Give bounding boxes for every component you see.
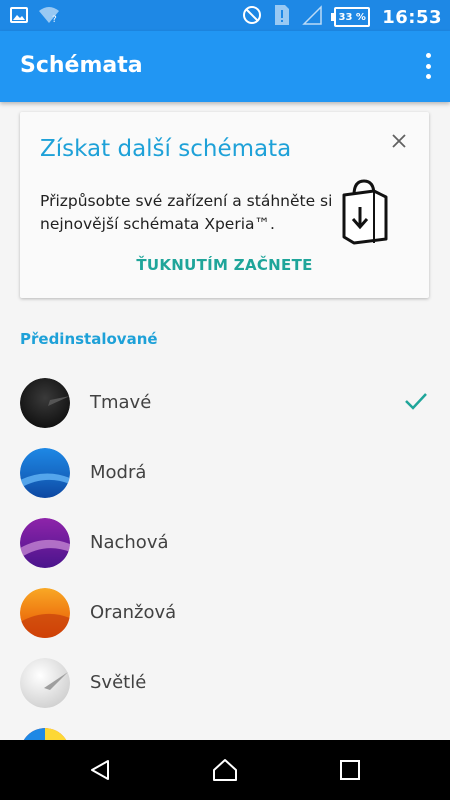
signal-icon xyxy=(302,5,322,29)
theme-orange-swatch xyxy=(20,588,70,638)
promo-title: Získat další schémata xyxy=(40,136,292,162)
promo-card: Získat další schémata Přizpůsobte své za… xyxy=(20,112,429,298)
app-bar: Schémata xyxy=(0,31,450,102)
page-title: Schémata xyxy=(20,53,143,78)
wifi-unknown-icon: ? xyxy=(38,6,60,28)
theme-label: Modrá xyxy=(90,462,147,483)
clock: 16:53 xyxy=(382,6,442,28)
promo-body: Přizpůsobte své zařízení a stáhněte si n… xyxy=(40,192,333,233)
theme-label: Nachová xyxy=(90,532,169,553)
theme-blue-swatch xyxy=(20,448,70,498)
theme-light-swatch xyxy=(20,658,70,708)
battery-percent: 33 % xyxy=(338,11,366,23)
theme-label: Oranžová xyxy=(90,602,177,623)
more-vert-icon[interactable] xyxy=(420,53,436,79)
list-item[interactable]: Modrá xyxy=(0,438,450,508)
list-item[interactable]: Oranžová xyxy=(0,578,450,648)
close-icon[interactable] xyxy=(387,130,411,154)
image-icon xyxy=(10,6,28,28)
status-bar: ? 33 % 16:53 xyxy=(0,0,450,31)
svg-text:?: ? xyxy=(52,15,57,24)
theme-label: Světlé xyxy=(90,672,147,693)
theme-dark-swatch xyxy=(20,378,70,428)
section-title: Předinstalované xyxy=(20,330,158,348)
list-item[interactable]: Tmavé xyxy=(0,368,450,438)
list-item[interactable]: Nachová xyxy=(0,508,450,578)
do-not-disturb-icon xyxy=(242,5,262,29)
shopping-bag-download-icon xyxy=(340,177,390,249)
theme-list: Tmavé Modrá Nachová Oranžová Světlé xyxy=(0,368,450,788)
back-icon[interactable] xyxy=(80,754,120,786)
home-icon[interactable] xyxy=(205,754,245,786)
theme-label: Tmavé xyxy=(90,392,152,413)
navigation-bar xyxy=(0,740,450,800)
recents-icon[interactable] xyxy=(330,754,370,786)
theme-purple-swatch xyxy=(20,518,70,568)
check-icon xyxy=(404,391,428,415)
list-item[interactable]: Světlé xyxy=(0,648,450,718)
sim-alert-icon xyxy=(274,4,290,30)
battery-icon: 33 % xyxy=(331,7,371,27)
get-started-button[interactable]: ŤUKNUTÍM ZAČNETE xyxy=(20,256,429,274)
